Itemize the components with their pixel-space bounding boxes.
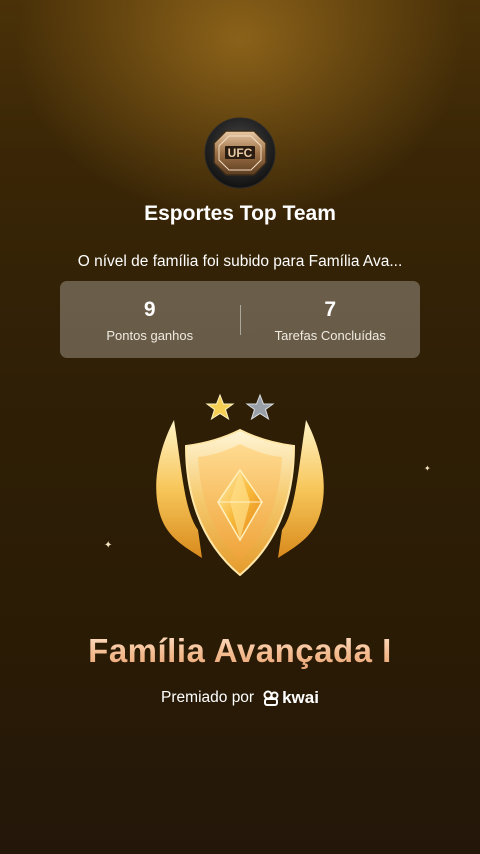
- kwai-brand: kwai: [262, 688, 319, 708]
- level-title: Família Avançada I: [0, 632, 480, 670]
- stat-tasks-label: Tarefas Concluídas: [274, 327, 386, 343]
- stats-card: 9 Pontos ganhos 7 Tarefas Concluídas: [60, 281, 420, 358]
- level-up-message: O nível de família foi subido para Famíl…: [77, 253, 403, 270]
- stat-tasks-value: 7: [324, 297, 337, 321]
- stat-tasks: 7 Tarefas Concluídas: [241, 297, 421, 343]
- kwai-brand-text: kwai: [282, 688, 319, 707]
- kwai-logo-icon: [263, 690, 279, 706]
- stat-points-label: Pontos ganhos: [106, 327, 194, 343]
- awarded-by-text: Premiado por: [161, 689, 255, 706]
- level-badge: [140, 390, 340, 590]
- team-logo-text: UFC: [228, 146, 253, 160]
- sparkle-icon: ✦: [104, 540, 113, 551]
- awarded-by: Premiado por kwai: [0, 688, 480, 708]
- team-logo: UFC: [204, 117, 276, 189]
- stat-points-value: 9: [143, 297, 156, 321]
- sparkle-icon: ✦: [424, 464, 431, 473]
- stat-points: 9 Pontos ganhos: [60, 297, 240, 343]
- star-filled-icon: [205, 393, 235, 421]
- team-name: Esportes Top Team: [144, 202, 336, 225]
- star-empty-icon: [245, 393, 275, 421]
